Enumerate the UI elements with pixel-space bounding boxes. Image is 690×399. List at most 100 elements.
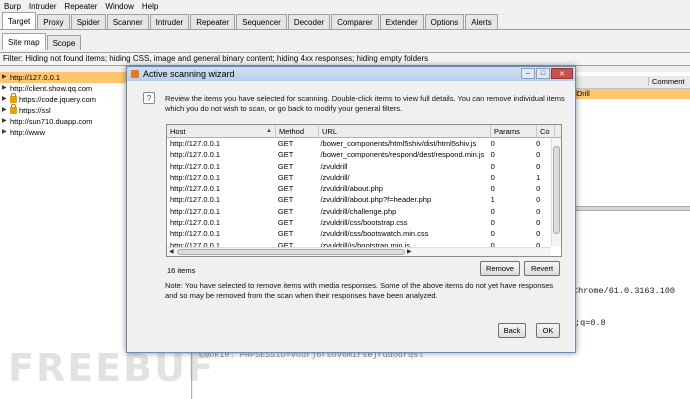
cell-host: http://127.0.0.1 [170,139,221,148]
expand-arrow-icon[interactable]: ▶ [2,72,10,83]
cell-url: /zvuldrill/ [320,172,350,182]
cell-method: GET [277,229,294,239]
column-method[interactable]: Method [276,125,319,138]
cell-url: /zvuldrill/challenge.php [320,206,397,216]
scroll-left-icon[interactable]: ◀ [169,248,174,256]
scroll-thumb[interactable] [553,146,560,234]
help-icon[interactable]: ? [143,92,155,104]
tab-extender[interactable]: Extender [379,14,424,29]
item-count: 16 items [167,266,196,275]
tab-intruder[interactable]: Intruder [149,14,190,29]
window-buttons: – □ ✕ [520,68,573,79]
column-host[interactable]: Host ▲ [167,125,276,138]
close-icon[interactable]: ✕ [551,68,573,79]
column-params[interactable]: Params [491,125,537,138]
menu-burp[interactable]: Burp [4,2,21,11]
filter-bar[interactable]: Filter: Hiding not found items; hiding C… [0,52,690,66]
table-row[interactable]: http://127.0.0.1 GET/bower_components/res… [167,149,551,160]
cell-url: /zvuldrill/css/bootswatch.min.css [320,229,429,239]
tab-spider[interactable]: Spider [70,14,106,29]
cell-co: 0 [536,150,541,160]
tab-scanner[interactable]: Scanner [106,14,149,29]
cell-url: /bower_components/html5shiv/dist/html5sh… [320,139,477,148]
dialog-title: Active scanning wizard [143,69,235,79]
table-row[interactable]: http://127.0.0.1 GET/zvuldrill/challenge.… [167,206,551,217]
tab-sequencer[interactable]: Sequencer [236,14,287,29]
cell-params: 0 [490,229,495,239]
cell-host: http://127.0.0.1 [170,150,221,160]
scroll-thumb[interactable] [177,249,405,255]
cell-params: 0 [490,172,495,182]
menu-help[interactable]: Help [142,2,158,11]
cell-co: 0 [536,218,541,228]
tab-scope[interactable]: Scope [46,35,82,50]
cell-host: http://127.0.0.1 [170,172,221,182]
cell-url: /zvuldrill [320,161,348,171]
table-row[interactable]: http://127.0.0.1 GET/zvuldrill/about.php?… [167,194,551,205]
cell-params: 0 [490,206,495,216]
cell-method: GET [277,172,294,182]
cell-params: 0 [490,218,495,228]
cell-host: http://127.0.0.1 [170,184,221,194]
maximize-icon[interactable]: □ [536,68,550,79]
table-row[interactable]: http://127.0.0.1 GET/zvuldrill/css/bootsw… [167,228,551,239]
revert-button[interactable]: Revert [524,261,560,276]
expand-arrow-icon[interactable]: ▶ [2,94,10,105]
table-row[interactable]: http://127.0.0.1 GET/zvuldrill/0 1 [167,172,551,183]
tab-comparer[interactable]: Comparer [331,14,379,29]
tree-item-label: http://sun710.duapp.com [10,117,93,126]
column-url[interactable]: URL [319,125,491,138]
column-co[interactable]: Co [537,125,555,138]
vertical-scrollbar[interactable] [551,138,561,246]
cell-url: /bower_components/respond/dest/respond.m… [320,150,485,160]
active-scanning-wizard-dialog: Active scanning wizard – □ ✕ ? Review th… [126,66,576,353]
tab-alerts[interactable]: Alerts [465,14,498,29]
minimize-icon[interactable]: – [521,68,535,79]
menu-window[interactable]: Window [105,2,133,11]
expand-arrow-icon[interactable]: ▶ [2,127,10,138]
expand-arrow-icon[interactable]: ▶ [2,105,10,116]
cell-method: GET [277,161,294,171]
cell-co: 0 [536,139,541,148]
cell-params: 0 [490,184,495,194]
table-row[interactable]: http://127.0.0.1 GET/zvuldrill/css/bootst… [167,217,551,228]
tree-item-label: https://code.jquery.com [19,95,96,104]
scroll-right-icon[interactable]: ▶ [407,248,412,256]
sort-ascending-icon: ▲ [266,128,272,134]
expand-arrow-icon[interactable]: ▶ [2,116,10,127]
table-row[interactable]: http://127.0.0.1 GET/zvuldrill 0 0 [167,161,551,172]
tab-decoder[interactable]: Decoder [287,14,331,29]
tab-options[interactable]: Options [424,14,465,29]
remove-button[interactable]: Remove [480,261,520,276]
tab-target[interactable]: Target [2,12,37,29]
lock-icon [10,104,17,114]
cell-method: GET [277,184,294,194]
tab-site-map[interactable]: Site map [2,33,46,50]
cell-params: 0 [490,139,495,148]
menu-repeater[interactable]: Repeater [64,2,97,11]
cell-url: /zvuldrill/css/bootstrap.css [320,218,408,228]
table-row[interactable]: http://127.0.0.1 GET/bower_components/htm… [167,138,551,149]
cell-params: 1 [490,195,495,205]
main-tab-bar: Target Proxy Spider Scanner Intruder Rep… [0,12,690,30]
expand-arrow-icon[interactable]: ▶ [2,83,10,94]
column-comment[interactable]: Comment [648,77,686,86]
horizontal-scrollbar[interactable]: ◀ ▶ [167,247,551,256]
table-body: http://127.0.0.1 GET/bower_components/htm… [167,138,551,251]
back-button[interactable]: Back [498,323,526,338]
cell-params: 0 [490,161,495,171]
dialog-title-bar[interactable]: Active scanning wizard – □ ✕ [127,67,575,81]
table-row[interactable]: http://127.0.0.1 GET/zvuldrill/about.php 0… [167,183,551,194]
tree-item-label: http://www [10,128,46,137]
cell-url: /zvuldrill/about.php [320,184,383,194]
menu-intruder[interactable]: Intruder [29,2,57,11]
request-text-fragment: ;q=0.8 [575,318,606,328]
lock-icon [10,93,17,103]
menu-bar: Burp Intruder Repeater Window Help [0,0,690,12]
cell-co: 0 [536,161,541,171]
tab-proxy[interactable]: Proxy [37,14,70,29]
tab-repeater[interactable]: Repeater [190,14,236,29]
ok-button[interactable]: OK [536,323,560,338]
burp-app-icon [131,70,139,78]
request-text-fragment: Chrome/61.0.3163.100 [573,286,676,296]
